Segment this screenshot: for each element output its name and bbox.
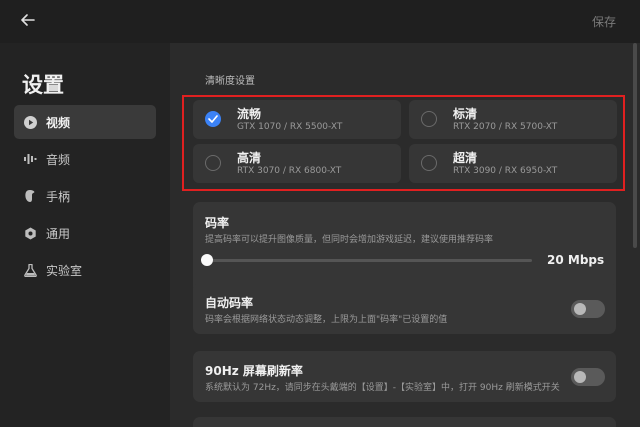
refresh-rate-description: 系统默认为 72Hz，请同步在头戴端的【设置】-【实验室】中，打开 90Hz 刷… bbox=[205, 383, 560, 393]
quality-option-name: 流畅 bbox=[237, 107, 262, 121]
sidebar-item-label: 通用 bbox=[46, 226, 71, 241]
save-button[interactable]: 保存 bbox=[592, 13, 616, 30]
radio-unchecked-icon bbox=[421, 155, 437, 171]
bitrate-slider-handle[interactable] bbox=[201, 254, 213, 266]
radio-unchecked-icon bbox=[205, 155, 221, 171]
quality-option-gpu: RTX 3070 / RX 6800-XT bbox=[237, 166, 342, 176]
sidebar-item-audio[interactable]: 音频 bbox=[14, 142, 156, 176]
quality-option-name: 标清 bbox=[453, 107, 478, 121]
sidebar-nav: 视频 音频 手柄 通用 实验室 bbox=[14, 105, 156, 290]
auto-bitrate-card: 自动码率 码率会根据网络状态动态调整，上限为上面"码率"已设置的值 bbox=[193, 283, 616, 334]
bitrate-title: 码率 bbox=[205, 216, 230, 230]
sidebar-title: 设置 bbox=[22, 73, 64, 97]
quality-option-smooth[interactable]: 流畅 GTX 1070 / RX 5500-XT bbox=[193, 100, 401, 139]
radio-unchecked-icon bbox=[421, 111, 437, 127]
top-bar: 保存 bbox=[0, 0, 640, 43]
auto-bitrate-toggle[interactable] bbox=[571, 300, 605, 318]
play-icon bbox=[23, 115, 37, 129]
audio-bars-icon bbox=[23, 152, 37, 166]
sidebar: 设置 视频 音频 手柄 通用 实验室 bbox=[0, 43, 170, 427]
quality-options-highlight: 流畅 GTX 1070 / RX 5500-XT 标清 RTX 2070 / R… bbox=[182, 95, 625, 191]
bitrate-description: 提高码率可以提升图像质量，但同时会增加游戏延迟，建议使用推荐码率 bbox=[205, 235, 494, 245]
sidebar-item-label: 音频 bbox=[46, 152, 71, 167]
sidebar-item-gamepad[interactable]: 手柄 bbox=[14, 179, 156, 213]
settings-panel: 清晰度设置 流畅 GTX 1070 / RX 5500-XT 标清 RTX 20… bbox=[170, 43, 640, 427]
scrollbar-thumb[interactable] bbox=[633, 43, 637, 248]
quality-option-gpu: RTX 3090 / RX 6950-XT bbox=[453, 166, 558, 176]
radio-checked-icon bbox=[205, 111, 221, 127]
quality-option-uhd[interactable]: 超清 RTX 3090 / RX 6950-XT bbox=[409, 144, 617, 183]
auto-bitrate-description: 码率会根据网络状态动态调整，上限为上面"码率"已设置的值 bbox=[205, 315, 448, 325]
bitrate-slider-track[interactable] bbox=[207, 259, 532, 262]
sidebar-item-general[interactable]: 通用 bbox=[14, 216, 156, 250]
bitrate-value: 20 Mbps bbox=[547, 253, 605, 267]
quality-option-name: 超清 bbox=[453, 151, 478, 165]
gamepad-icon bbox=[23, 189, 37, 203]
auto-bitrate-title: 自动码率 bbox=[205, 296, 254, 310]
quality-option-gpu: RTX 2070 / RX 5700-XT bbox=[453, 122, 558, 132]
refresh-rate-card: 90Hz 屏幕刷新率 系统默认为 72Hz，请同步在头戴端的【设置】-【实验室】… bbox=[193, 351, 616, 402]
toggle-knob bbox=[574, 371, 586, 383]
quality-option-gpu: GTX 1070 / RX 5500-XT bbox=[237, 122, 343, 132]
sidebar-item-label: 实验室 bbox=[46, 263, 83, 278]
quality-option-sd[interactable]: 标清 RTX 2070 / RX 5700-XT bbox=[409, 100, 617, 139]
arrow-left-icon bbox=[21, 14, 35, 26]
sidebar-item-label: 视频 bbox=[46, 115, 71, 130]
next-setting-card bbox=[193, 417, 616, 427]
refresh-rate-title: 90Hz 屏幕刷新率 bbox=[205, 364, 303, 378]
toggle-knob bbox=[574, 303, 586, 315]
quality-option-hd[interactable]: 高清 RTX 3070 / RX 6800-XT bbox=[193, 144, 401, 183]
sidebar-item-video[interactable]: 视频 bbox=[14, 105, 156, 139]
flask-icon bbox=[23, 263, 37, 277]
sidebar-item-label: 手柄 bbox=[46, 189, 71, 204]
quality-option-name: 高清 bbox=[237, 151, 262, 165]
quality-section-label: 清晰度设置 bbox=[205, 76, 255, 87]
refresh-rate-toggle[interactable] bbox=[571, 368, 605, 386]
gear-icon bbox=[23, 226, 37, 240]
back-button[interactable] bbox=[16, 10, 40, 32]
sidebar-item-lab[interactable]: 实验室 bbox=[14, 253, 156, 287]
